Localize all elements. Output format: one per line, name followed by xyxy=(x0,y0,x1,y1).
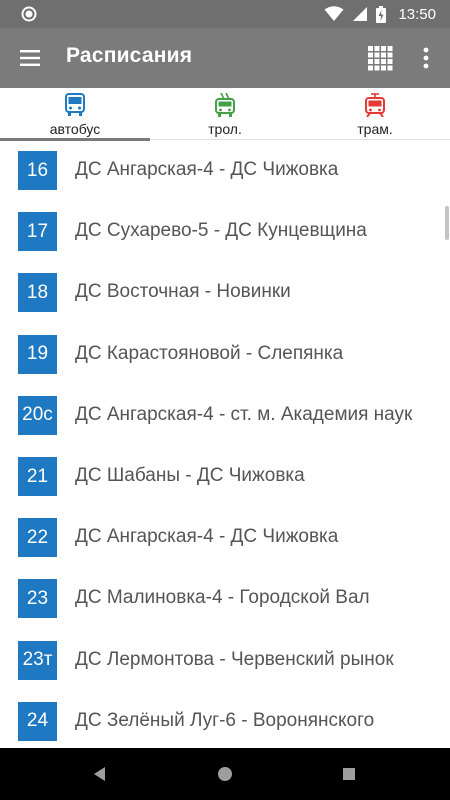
route-number-badge: 17 xyxy=(18,212,57,252)
trolleybus-icon xyxy=(215,93,235,117)
status-icons: 13:50 xyxy=(324,0,436,28)
route-name: ДС Сухарево-5 - ДС Кунцевщина xyxy=(75,220,367,242)
route-name: ДС Ангарская-4 - ДС Чижовка xyxy=(75,159,339,180)
route-row[interactable]: 18 ДС Восточная - Новинки xyxy=(0,263,450,324)
route-number-badge: 20с xyxy=(18,395,57,435)
route-number-badge: 22 xyxy=(18,518,57,558)
route-list[interactable]: 16 ДС Ангарская-4 - ДС Чижовка 17 ДС Сухаре… xyxy=(0,141,450,748)
route-number-badge: 23 xyxy=(18,579,57,619)
wifi-icon xyxy=(324,6,344,21)
route-name: ДС Лермонтова - Червенский рынок xyxy=(75,648,394,670)
more-vert-icon[interactable] xyxy=(416,45,436,71)
notification-circle-icon xyxy=(21,6,37,22)
route-row[interactable]: 23 ДС Малиновка-4 - Городской Вал xyxy=(0,569,450,630)
route-number-badge: 19 xyxy=(18,334,57,374)
route-name: ДС Шабаны - ДС Чижовка xyxy=(75,465,305,486)
page-title: Расписания xyxy=(66,44,193,67)
status-time: 13:50 xyxy=(398,5,436,23)
recents-icon[interactable] xyxy=(337,762,361,786)
route-row[interactable]: 19 ДС Карастояновой - Слепянка xyxy=(0,325,450,386)
home-icon[interactable] xyxy=(213,762,237,786)
route-number-badge: 21 xyxy=(18,457,57,496)
route-name: ДС Восточная - Новинки xyxy=(75,281,291,303)
tab-tram-label: трам. xyxy=(357,121,393,137)
route-name: ДС Зелёный Луг-6 - Воронянского xyxy=(75,709,375,731)
route-number-badge: 23т xyxy=(18,640,57,680)
status-bar: 13:50 xyxy=(0,0,450,28)
route-row[interactable]: 21 ДС Шабаны - ДС Чижовка xyxy=(0,447,450,508)
transport-tabs: автобус трол. трам. xyxy=(0,88,450,141)
route-row[interactable]: 16 ДС Ангарская-4 - ДС Чижовка xyxy=(0,141,450,202)
route-number-badge: 18 xyxy=(18,273,57,313)
route-name: ДС Малиновка-4 - Городской Вал xyxy=(75,587,370,609)
route-row[interactable]: 23т ДС Лермонтова - Червенский рынок xyxy=(0,631,450,692)
scrollbar-thumb[interactable] xyxy=(445,206,449,240)
route-row[interactable]: 22 ДС Ангарская-4 - ДС Чижовка xyxy=(0,508,450,569)
tab-tram[interactable]: трам. xyxy=(300,88,450,140)
grid-view-icon[interactable] xyxy=(367,45,393,71)
tab-trolleybus-label: трол. xyxy=(208,121,242,137)
route-row[interactable]: 17 ДС Сухарево-5 - ДС Кунцевщина xyxy=(0,202,450,263)
menu-icon[interactable] xyxy=(18,46,42,70)
route-row[interactable]: 20с ДС Ангарская-4 - ст. м. Академия наук xyxy=(0,386,450,447)
signal-icon xyxy=(353,7,368,21)
route-name: ДС Ангарская-4 - ст. м. Академия наук xyxy=(75,403,413,425)
route-row[interactable]: 24 ДС Зелёный Луг-6 - Воронянского xyxy=(0,692,450,748)
bus-icon xyxy=(65,93,85,116)
screen: 13:50 Расписания автобус трол. трам. 16 … xyxy=(0,0,450,800)
tab-trolleybus[interactable]: трол. xyxy=(150,88,300,140)
battery-charging-icon xyxy=(376,5,387,23)
tab-bus[interactable]: автобус xyxy=(0,88,150,141)
route-name: ДС Карастояновой - Слепянка xyxy=(75,342,344,364)
tab-bus-label: автобус xyxy=(49,121,101,137)
tram-icon xyxy=(365,93,385,117)
back-icon[interactable] xyxy=(88,762,112,786)
system-nav-bar xyxy=(0,748,450,800)
route-number-badge: 24 xyxy=(18,701,57,741)
route-name: ДС Ангарская-4 - ДС Чижовка xyxy=(75,526,339,548)
route-number-badge: 16 xyxy=(18,151,57,190)
app-bar: Расписания xyxy=(0,28,450,88)
